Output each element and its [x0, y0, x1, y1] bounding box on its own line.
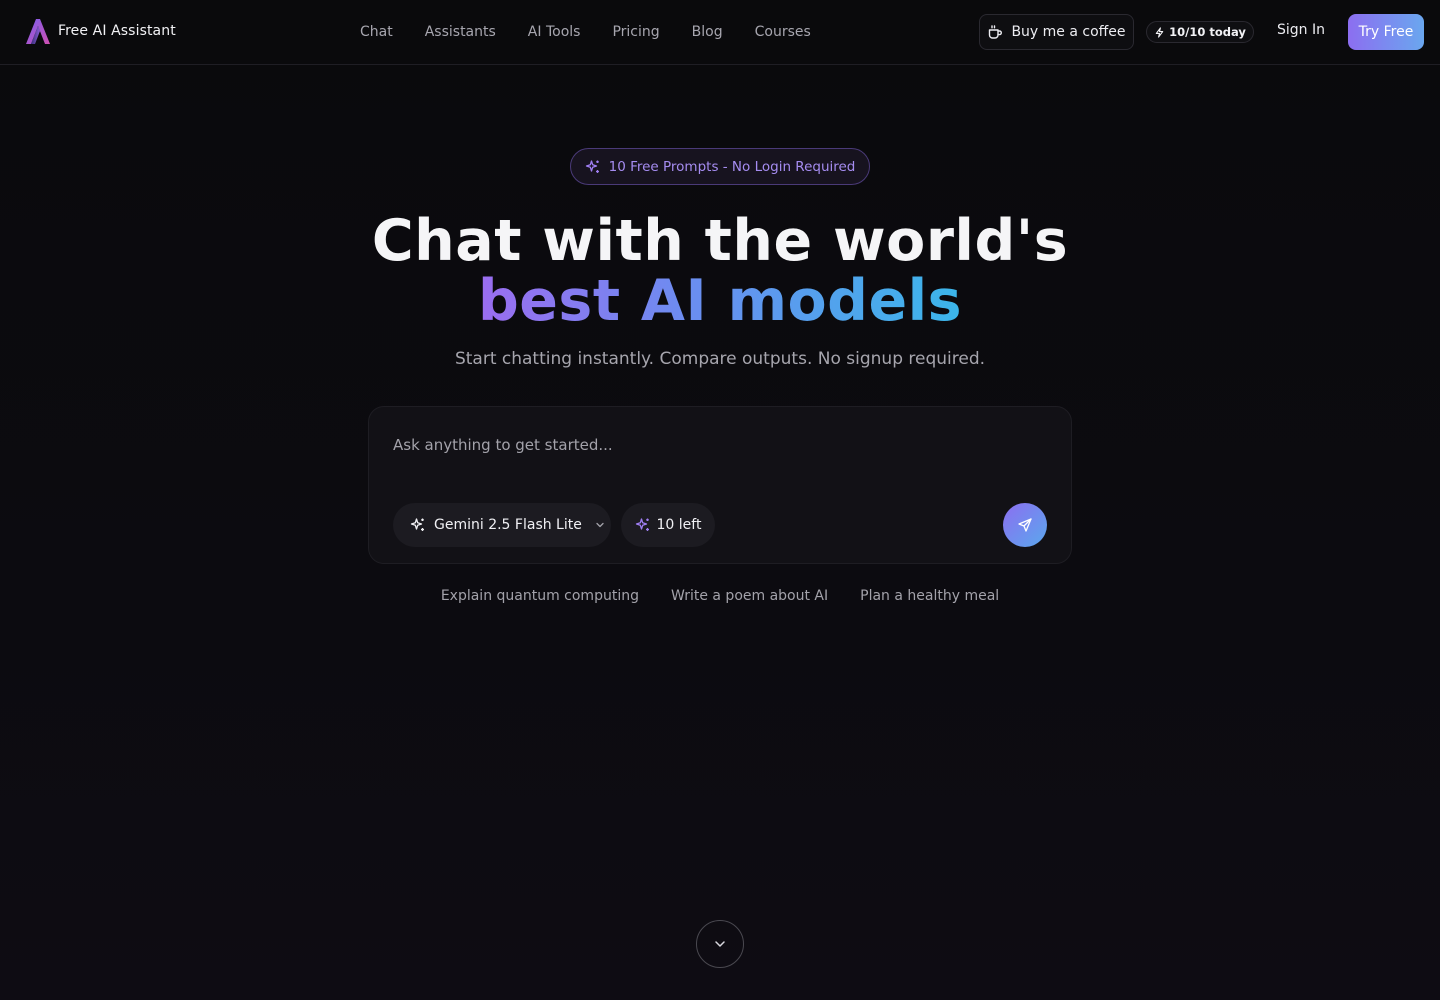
try-free-button[interactable]: Try Free: [1348, 14, 1424, 50]
hero-title-line1: Chat with the world's: [371, 208, 1069, 274]
send-button[interactable]: [1003, 503, 1047, 547]
suggestion-quantum[interactable]: Explain quantum computing: [441, 588, 639, 604]
suggestion-list: Explain quantum computing Write a poem a…: [0, 588, 1440, 604]
brand-logo[interactable]: Free AI Assistant: [22, 15, 176, 47]
sparkles-icon: [585, 159, 601, 175]
chevron-down-icon: [594, 519, 606, 531]
model-selector[interactable]: Gemini 2.5 Flash Lite: [393, 503, 611, 547]
buy-coffee-button[interactable]: Buy me a coffee: [979, 14, 1134, 50]
free-prompts-text: 10 Free Prompts - No Login Required: [608, 158, 856, 175]
sparkles-icon: [635, 517, 651, 533]
nav-item-assistants[interactable]: Assistants: [409, 24, 512, 40]
scroll-down-button[interactable]: [696, 920, 744, 968]
main-nav: Chat Assistants AI Tools Pricing Blog Co…: [344, 0, 827, 64]
nav-item-pricing[interactable]: Pricing: [596, 24, 675, 40]
chat-input[interactable]: [393, 433, 1043, 457]
usage-today-badge: 10/10 today: [1146, 21, 1254, 43]
nav-item-courses[interactable]: Courses: [739, 24, 827, 40]
sparkles-icon: [410, 517, 426, 533]
free-prompts-pill: 10 Free Prompts - No Login Required: [570, 148, 870, 185]
model-selector-label: Gemini 2.5 Flash Lite: [434, 517, 582, 533]
nav-item-chat[interactable]: Chat: [344, 24, 409, 40]
brand-name: Free AI Assistant: [58, 23, 176, 39]
nav-item-blog[interactable]: Blog: [676, 24, 739, 40]
chevron-down-icon: [712, 936, 728, 952]
lightning-icon: [1154, 26, 1165, 38]
prompts-left-text: 10 left: [656, 517, 702, 533]
coffee-cup-icon: [987, 24, 1003, 40]
send-icon: [1017, 517, 1033, 533]
hero-title-gradient-text: best AI models: [477, 268, 963, 334]
top-header: Free AI Assistant Chat Assistants AI Too…: [0, 0, 1440, 65]
prompts-left-badge: 10 left: [621, 503, 715, 547]
usage-today-text: 10/10 today: [1169, 25, 1246, 39]
suggestion-meal[interactable]: Plan a healthy meal: [860, 588, 999, 604]
hero-title-line2: best AI models: [0, 268, 1440, 334]
nav-item-ai-tools[interactable]: AI Tools: [512, 24, 597, 40]
suggestion-poem[interactable]: Write a poem about AI: [671, 588, 828, 604]
buy-coffee-label: Buy me a coffee: [1011, 24, 1126, 40]
hero-subtitle: Start chatting instantly. Compare output…: [454, 349, 986, 369]
logo-a-icon: [22, 15, 54, 47]
sign-in-link[interactable]: Sign In: [1268, 22, 1334, 38]
chat-composer: Gemini 2.5 Flash Lite 10 left: [368, 406, 1072, 564]
